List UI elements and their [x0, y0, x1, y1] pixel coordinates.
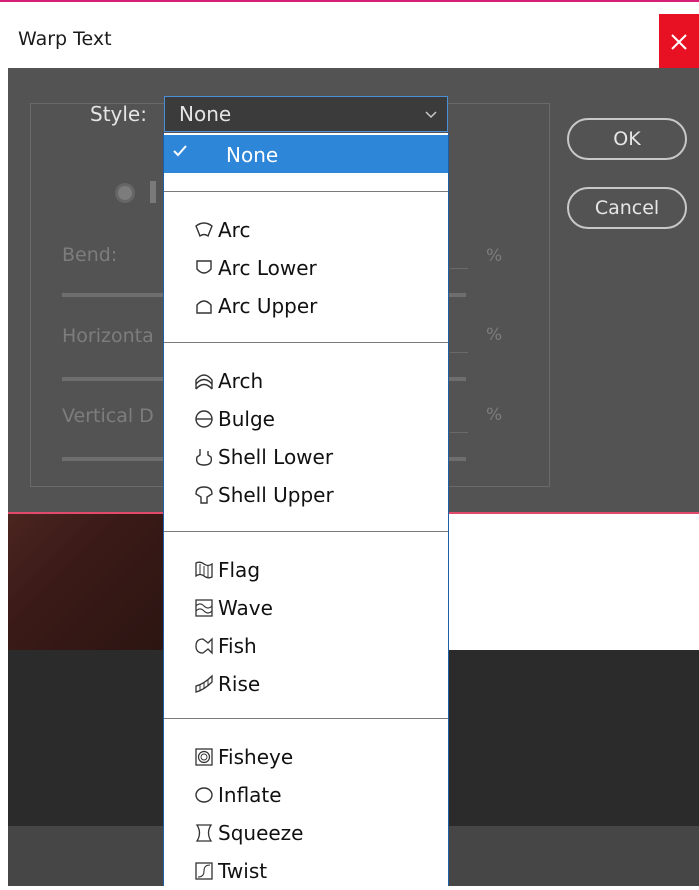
style-option-label: Flag [218, 558, 261, 582]
cancel-button[interactable]: Cancel [567, 187, 687, 229]
horizontal-distortion-label: Horizonta [62, 325, 154, 347]
style-option-label: Rise [218, 672, 261, 696]
shell-upper-icon [195, 486, 213, 504]
background-strip [8, 826, 164, 886]
horizontal-value-field[interactable] [450, 352, 468, 353]
horizontal-radio-icon[interactable] [118, 186, 132, 200]
style-option-flag[interactable]: Flag [164, 551, 448, 589]
style-option-arc[interactable]: Arc [164, 211, 448, 249]
fish-icon [195, 637, 213, 655]
vertical-value-field[interactable] [450, 432, 468, 433]
title-bar: Warp Text [0, 2, 699, 68]
style-select-value: None [179, 102, 232, 126]
style-option-label: Shell Lower [218, 445, 334, 469]
style-label: Style: [90, 102, 147, 126]
style-option-label: Fisheye [218, 745, 294, 769]
separator [164, 531, 448, 532]
fisheye-icon [195, 748, 213, 766]
bend-percent: % [486, 246, 503, 266]
canvas-area [449, 514, 699, 650]
style-option-none[interactable]: None [164, 135, 448, 173]
canvas-image [8, 514, 164, 650]
horizontal-percent: % [486, 325, 503, 345]
style-option-label: Arc [218, 218, 251, 242]
flag-icon [195, 561, 213, 579]
twist-icon [195, 862, 213, 880]
close-button[interactable] [659, 14, 699, 70]
style-option-shell-upper[interactable]: Shell Upper [164, 476, 448, 514]
arc-icon [195, 222, 213, 238]
bend-label: Bend: [62, 244, 118, 266]
style-option-arch[interactable]: Arch [164, 362, 448, 400]
style-option-inflate[interactable]: Inflate [164, 776, 448, 814]
style-option-label: Arc Upper [218, 294, 318, 318]
style-option-label: Arc Lower [218, 256, 317, 280]
arc-upper-icon [196, 300, 212, 314]
rise-icon [195, 674, 213, 693]
style-option-twist[interactable]: Twist [164, 852, 448, 890]
check-icon [173, 145, 187, 157]
separator [164, 191, 448, 192]
style-option-label: Fish [218, 634, 257, 658]
style-option-shell-lower[interactable]: Shell Lower [164, 438, 448, 476]
window-title: Warp Text [18, 28, 112, 50]
style-option-squeeze[interactable]: Squeeze [164, 814, 448, 852]
ok-button[interactable]: OK [567, 118, 687, 160]
style-option-label: None [226, 143, 279, 167]
separator [164, 342, 448, 343]
bulge-icon [195, 410, 213, 428]
wave-icon [195, 599, 213, 617]
close-icon [671, 34, 687, 50]
style-option-fisheye[interactable]: Fisheye [164, 738, 448, 776]
style-option-label: Wave [218, 596, 273, 620]
squeeze-icon [195, 824, 213, 842]
shell-lower-icon [195, 449, 213, 466]
bend-value-field[interactable] [450, 268, 468, 269]
style-option-fish[interactable]: Fish [164, 627, 448, 665]
style-select[interactable]: None [164, 96, 448, 132]
style-dropdown-list: None Arc Arc Lower Arc Upper Arch Bulge … [163, 133, 449, 886]
vertical-percent: % [486, 405, 503, 425]
style-option-label: Bulge [218, 407, 275, 431]
style-option-label: Inflate [218, 783, 282, 807]
style-option-arc-upper[interactable]: Arc Upper [164, 287, 448, 325]
style-option-label: Arch [218, 369, 264, 393]
style-option-arc-lower[interactable]: Arc Lower [164, 249, 448, 287]
style-option-label: Shell Upper [218, 483, 334, 507]
style-option-bulge[interactable]: Bulge [164, 400, 448, 438]
style-option-rise[interactable]: Rise [164, 665, 448, 703]
vertical-distortion-label: Vertical D [62, 405, 154, 427]
background-strip-right [449, 826, 699, 886]
inflate-icon [195, 787, 213, 803]
separator [164, 718, 448, 719]
radio-label-partial [150, 181, 156, 203]
chevron-down-icon [425, 111, 437, 119]
style-option-label: Twist [218, 859, 268, 883]
style-option-label: Squeeze [218, 821, 304, 845]
arc-lower-icon [196, 260, 212, 274]
arch-icon [195, 374, 213, 390]
style-option-wave[interactable]: Wave [164, 589, 448, 627]
